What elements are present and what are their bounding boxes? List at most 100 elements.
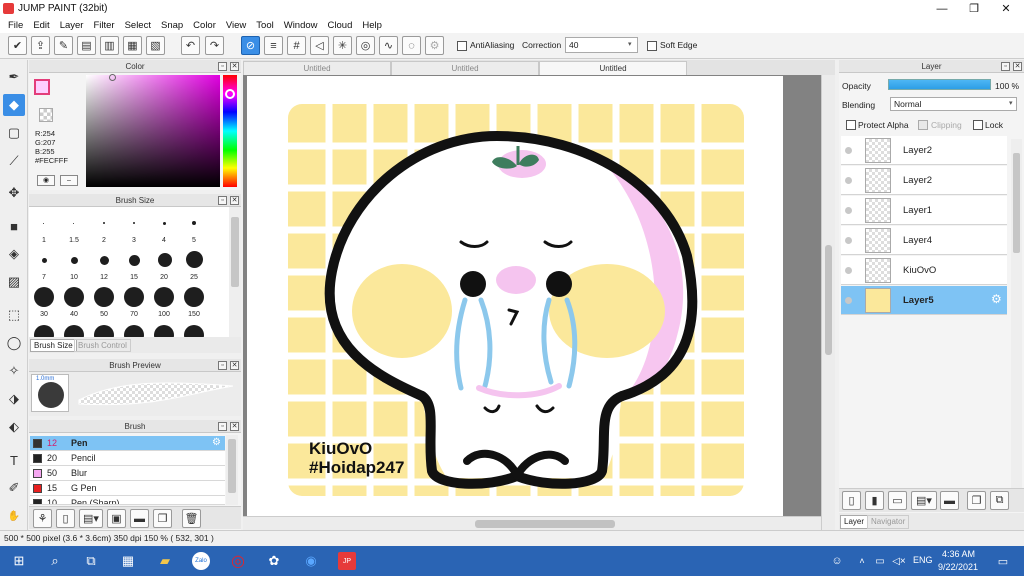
menu-edit[interactable]: Edit — [28, 20, 54, 31]
saturation-value-picker[interactable] — [86, 75, 220, 187]
windows-start-icon[interactable]: ⊞ — [10, 552, 28, 570]
panel-close-icon[interactable]: ✕ — [230, 361, 239, 370]
folder-icon[interactable]: ▬ — [940, 491, 959, 510]
soft-edge-checkbox[interactable] — [647, 41, 657, 51]
brush-size-dot[interactable] — [71, 257, 78, 264]
panel-float-icon[interactable]: ▫ — [218, 422, 227, 431]
brush-item-pen[interactable]: 12 Pen ⚙ — [30, 436, 225, 451]
brush-size-scrollbar[interactable] — [229, 207, 241, 337]
panel-float-icon[interactable]: ▫ — [1001, 62, 1010, 71]
clock-date[interactable]: 9/22/2021 — [938, 562, 978, 572]
trash-icon[interactable]: 🗑 — [182, 509, 201, 528]
brush-size-dot[interactable] — [43, 223, 44, 224]
settings-snap-icon[interactable]: ⚙ — [425, 36, 444, 55]
menu-color[interactable]: Color — [188, 20, 221, 31]
brush-item-gpen[interactable]: 15 G Pen — [30, 481, 225, 496]
folder-icon[interactable]: ▬ — [130, 509, 149, 528]
brush-size-dot[interactable] — [154, 325, 174, 337]
paint-icon[interactable]: ✿ — [265, 552, 283, 570]
new-8bit-layer-icon[interactable]: ▮ — [865, 491, 884, 510]
tab-untitled-2[interactable]: Untitled — [391, 61, 539, 75]
jump-paint-taskbar-icon[interactable]: JP — [338, 552, 356, 570]
line-tool-icon[interactable]: ⟋ — [3, 150, 25, 172]
zoom-icon[interactable]: ◉ — [302, 552, 320, 570]
page-icon[interactable]: ▥ — [100, 36, 119, 55]
panel-float-icon[interactable]: ▫ — [218, 361, 227, 370]
brush-size-dot[interactable] — [184, 287, 204, 307]
select-pen-icon[interactable]: ⬗ — [3, 388, 25, 410]
select-tool-icon[interactable]: ▢ — [3, 122, 25, 144]
menu-filter[interactable]: Filter — [88, 20, 119, 31]
undo-icon[interactable]: ↶ — [181, 36, 200, 55]
brush-size-dot[interactable] — [124, 325, 144, 337]
foreground-color-swatch[interactable] — [34, 79, 50, 95]
color-option-button[interactable]: – — [60, 175, 78, 186]
close-button[interactable]: ✕ — [990, 0, 1022, 17]
tab-untitled-3[interactable]: Untitled — [539, 61, 687, 75]
tab-layer[interactable]: Layer — [840, 515, 869, 529]
app-grid-icon[interactable]: ▦ — [119, 552, 137, 570]
brush-settings-icon[interactable]: ▣ — [107, 509, 126, 528]
layer-row[interactable]: Layer1 — [841, 196, 1007, 225]
layout-icon[interactable]: ▧ — [146, 36, 165, 55]
parallel-snap-icon[interactable]: ≡ — [264, 36, 283, 55]
brush-size-dot[interactable] — [94, 287, 114, 307]
brush-size-dot[interactable] — [192, 221, 196, 225]
layer-list-scrollbar[interactable] — [1011, 139, 1022, 489]
menu-window[interactable]: Window — [279, 20, 323, 31]
bucket-tool-icon[interactable]: ◈ — [3, 243, 25, 265]
antialiasing-checkbox[interactable] — [457, 41, 467, 51]
menu-snap[interactable]: Snap — [156, 20, 188, 31]
gear-icon[interactable]: ⚙ — [991, 292, 1002, 306]
volume-icon[interactable]: ◁× — [890, 552, 908, 570]
menu-layer[interactable]: Layer — [55, 20, 89, 31]
menu-select[interactable]: Select — [120, 20, 156, 31]
brush-size-dot[interactable] — [42, 258, 47, 263]
brush-size-dot[interactable] — [103, 222, 105, 224]
clock-time[interactable]: 4:36 AM — [942, 549, 975, 559]
lasso-tool-icon[interactable]: ◯ — [3, 332, 25, 354]
minimize-button[interactable]: — — [926, 0, 958, 17]
message-icon[interactable]: ▤ — [77, 36, 96, 55]
perspective-snap-icon[interactable]: ◁ — [310, 36, 329, 55]
color-mode-button[interactable]: ◉ — [37, 175, 55, 186]
panel-float-icon[interactable]: ▫ — [218, 196, 227, 205]
network-icon[interactable]: ▭ — [871, 552, 889, 570]
brush-size-dot[interactable] — [129, 255, 140, 266]
add-brush-group-icon[interactable]: ⚘ — [33, 509, 52, 528]
brush-size-dot[interactable] — [64, 325, 84, 337]
comment-icon[interactable]: ✎ — [54, 36, 73, 55]
menu-help[interactable]: Help — [357, 20, 387, 31]
brush-item-pen-sharp[interactable]: 10 Pen (Sharp) — [30, 496, 225, 505]
blending-select[interactable]: Normal — [890, 97, 1017, 111]
cloud-sync-icon[interactable]: ✔ — [8, 36, 27, 55]
radial-snap-icon[interactable]: ✳ — [333, 36, 352, 55]
panel-close-icon[interactable]: ✕ — [1013, 62, 1022, 71]
eye-icon[interactable] — [845, 297, 852, 304]
brush-size-dot[interactable] — [163, 222, 166, 225]
hand-tool-icon[interactable]: ✋ — [3, 509, 25, 523]
fill-rect-tool-icon[interactable]: ■ — [3, 215, 25, 237]
curve-snap-icon[interactable]: ∿ — [379, 36, 398, 55]
tab-untitled-1[interactable]: Untitled — [243, 61, 391, 75]
notification-icon[interactable]: ▭ — [994, 552, 1012, 570]
brush-item-blur[interactable]: 50 Blur — [30, 466, 225, 481]
layer-row-selected[interactable]: Layer5 ⚙ — [841, 286, 1007, 315]
brush-size-dot[interactable] — [154, 287, 174, 307]
menu-tool[interactable]: Tool — [251, 20, 278, 31]
brush-size-dot[interactable] — [184, 325, 204, 337]
eye-icon[interactable] — [845, 207, 852, 214]
brush-size-dot[interactable] — [34, 325, 54, 337]
people-icon[interactable]: ☺ — [828, 552, 846, 570]
layer-row[interactable]: Layer2 — [841, 166, 1007, 195]
opera-icon[interactable]: ◎ — [229, 552, 247, 570]
clipping-checkbox[interactable] — [918, 120, 928, 130]
brush-size-dot[interactable] — [124, 287, 144, 307]
protect-alpha-checkbox[interactable] — [846, 120, 856, 130]
tab-navigator[interactable]: Navigator — [867, 515, 910, 529]
language-indicator[interactable]: ENG — [913, 555, 933, 565]
panel-float-icon[interactable]: ▫ — [218, 62, 227, 71]
layer-row[interactable]: KiuOvO — [841, 256, 1007, 285]
panel-close-icon[interactable]: ✕ — [230, 196, 239, 205]
brush-size-dot[interactable] — [73, 223, 74, 224]
